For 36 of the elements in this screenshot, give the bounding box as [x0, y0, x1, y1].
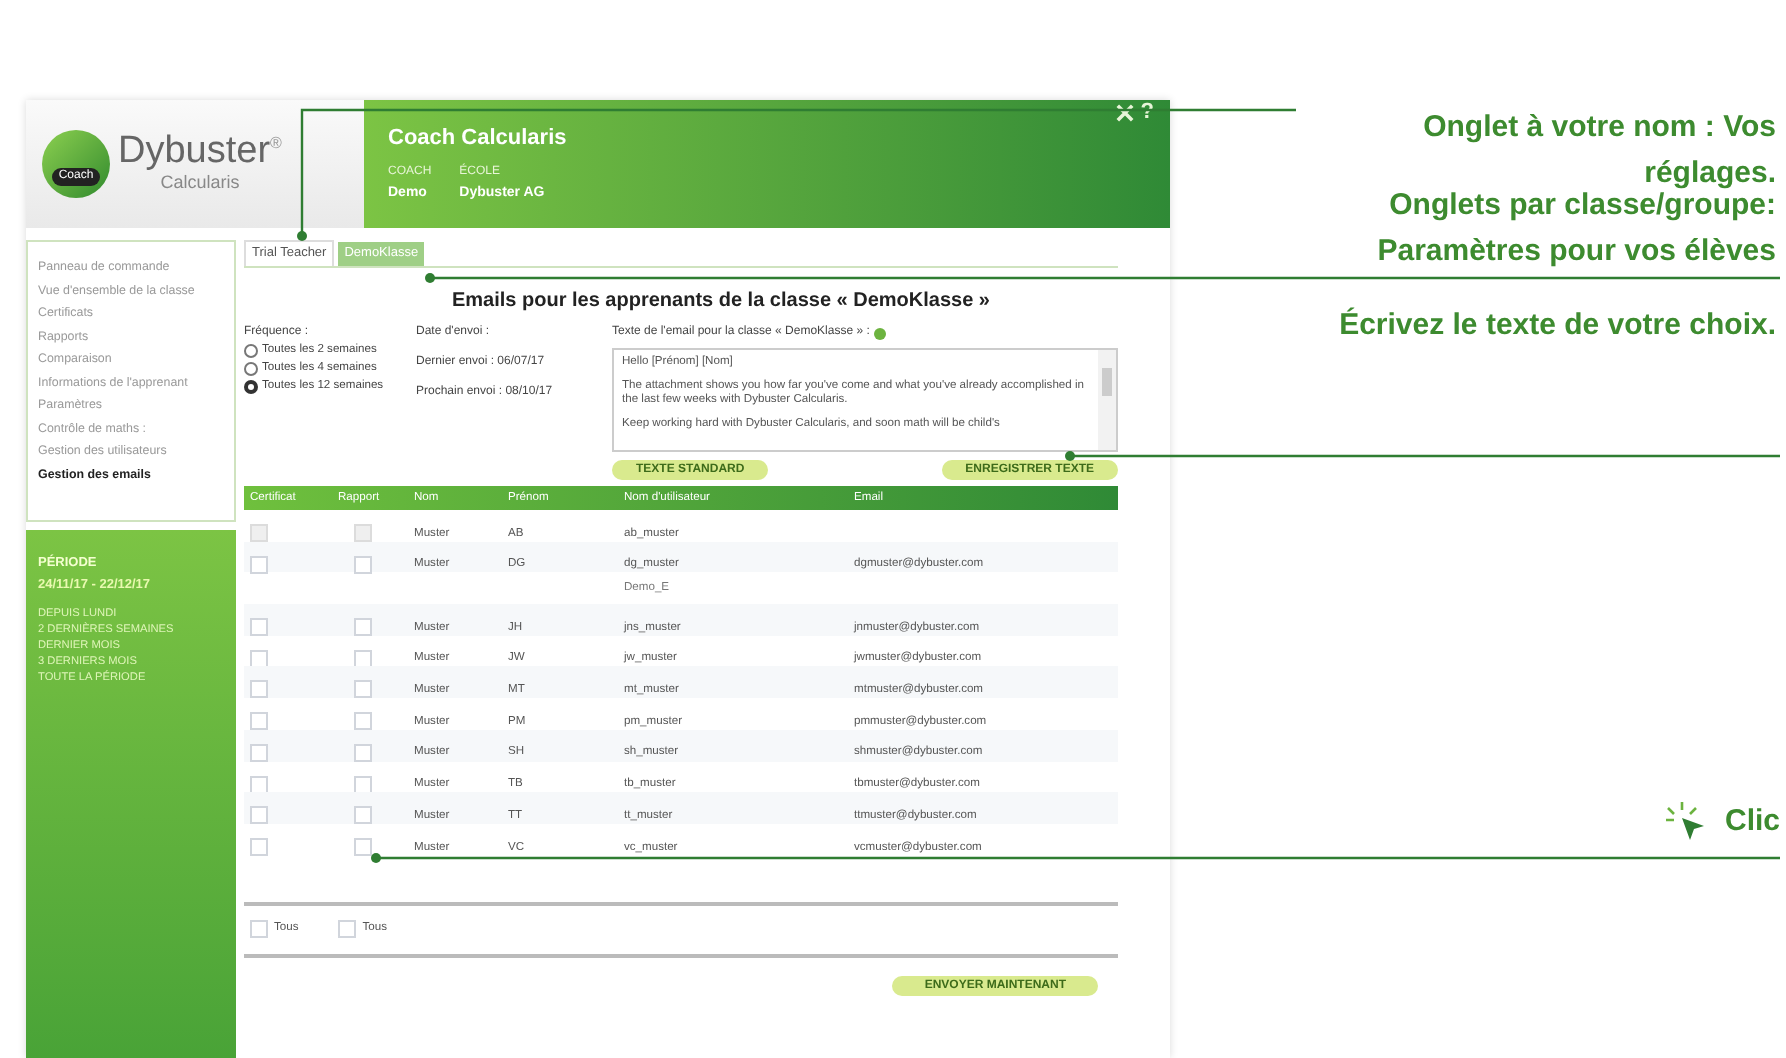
report-checkbox[interactable]	[354, 743, 372, 762]
report-checkbox[interactable]	[354, 649, 372, 668]
scrollbar[interactable]	[1098, 350, 1116, 450]
help-icon[interactable]	[873, 327, 886, 339]
certificate-checkbox[interactable]	[250, 680, 268, 699]
report-checkbox[interactable]	[354, 618, 372, 637]
brand-name: Dybuster	[118, 131, 271, 170]
email-text-field[interactable]	[612, 348, 1118, 452]
report-checkbox[interactable]	[354, 837, 372, 856]
certificate-checkbox[interactable]	[250, 555, 268, 574]
certificate-checkbox[interactable]	[250, 837, 268, 856]
frequency-radio[interactable]	[244, 380, 258, 394]
page-title: Emails pour les apprenants de la classe « DemoKlasse »	[449, 288, 992, 316]
click-cursor-icon	[1664, 802, 1709, 843]
frequency-radio[interactable]	[244, 362, 258, 376]
annotation-text: Clic	[1724, 802, 1780, 842]
report-checkbox[interactable]	[354, 775, 372, 793]
annotation-text: Onglets par classe/groupe: Paramètres pour vos élèves	[1375, 188, 1776, 272]
frequency-radio[interactable]	[244, 344, 258, 358]
certificate-checkbox[interactable]	[250, 743, 268, 762]
annotation-text: Écrivez le texte de votre choix.	[1337, 305, 1776, 346]
select-all-checkbox[interactable]	[338, 920, 357, 939]
certificate-checkbox[interactable]	[250, 806, 268, 825]
certificate-checkbox[interactable]	[250, 712, 268, 731]
registered-mark: ®	[270, 131, 282, 156]
annotation-text: Onglet à votre nom : Vos réglages.	[1421, 108, 1776, 192]
report-checkbox[interactable]	[354, 555, 372, 574]
report-checkbox[interactable]	[354, 680, 372, 699]
certificate-checkbox[interactable]	[250, 649, 268, 668]
select-all-checkbox[interactable]	[250, 920, 268, 939]
header-title: Coach Calcularis	[388, 124, 569, 154]
report-checkbox[interactable]	[354, 712, 372, 731]
certificate-checkbox[interactable]	[250, 775, 268, 793]
report-checkbox[interactable]	[354, 806, 372, 825]
certificate-checkbox[interactable]	[250, 618, 268, 637]
product-name: Calcularis	[160, 170, 240, 196]
